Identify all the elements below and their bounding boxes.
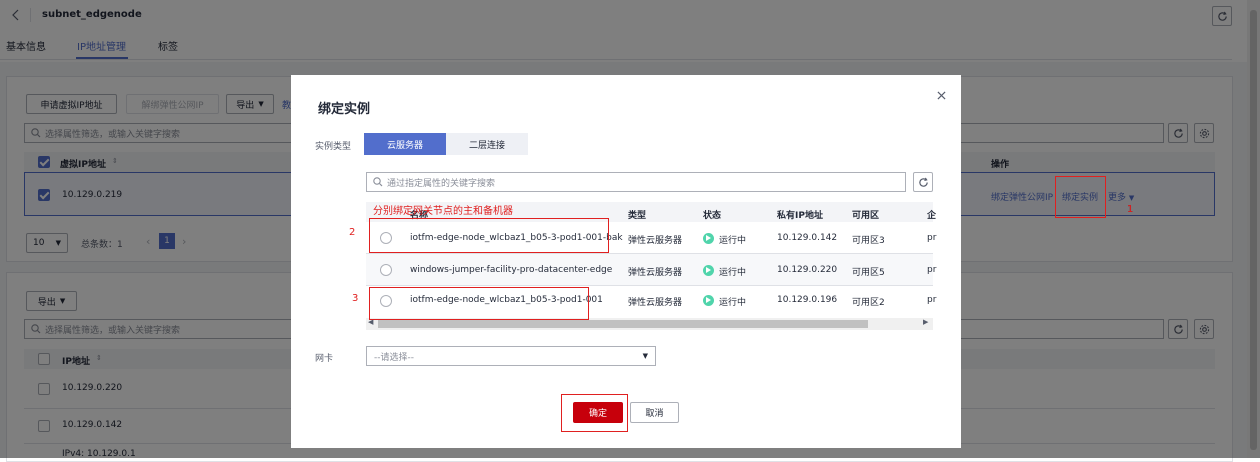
annotation-note: 分别绑定网关节点的主和备机器 <box>373 206 513 217</box>
caret-down-icon: ▼ <box>642 352 648 360</box>
col-status-header: 状态 <box>703 211 722 221</box>
scroll-right-icon[interactable]: ▶ <box>923 318 928 326</box>
instance-row-2-ip: 10.129.0.220 <box>777 265 838 275</box>
instance-row-2-type: 弹性云服务器 <box>628 268 683 278</box>
col-az-header: 可用区 <box>852 211 880 221</box>
tab-cloud-server[interactable]: 云服务器 <box>364 133 446 155</box>
instance-row-3-extra: pr <box>927 295 937 305</box>
annotation-marker-2: 2 <box>349 227 356 238</box>
annotation-box-row-1 <box>369 218 609 253</box>
nic-select[interactable]: --请选择-- ▼ <box>366 346 656 366</box>
running-status-icon <box>703 265 714 276</box>
bind-instance-dialog: 绑定实例 实例类型 云服务器 二层连接 通过指定属性的关键字搜索 名称 类型 状… <box>291 75 961 448</box>
close-icon <box>936 90 946 100</box>
instance-row-1-extra: pr <box>927 233 937 243</box>
running-status-icon <box>703 295 714 306</box>
tab-layer2-connection-label: 二层连接 <box>468 140 505 151</box>
instance-type-label: 实例类型 <box>315 142 352 152</box>
instance-row-3-az: 可用区2 <box>852 298 885 308</box>
annotation-box-confirm <box>561 394 628 432</box>
scrollbar-thumb[interactable] <box>378 320 868 328</box>
annotation-box-bind-instance-top <box>1055 176 1106 218</box>
instance-row-1-az: 可用区3 <box>852 236 885 246</box>
instance-row-3-type: 弹性云服务器 <box>628 298 683 308</box>
instance-row-2-az: 可用区5 <box>852 268 885 278</box>
instance-row-1-ip: 10.129.0.142 <box>777 233 838 243</box>
tab-cloud-server-label: 云服务器 <box>386 140 423 151</box>
annotation-marker-3: 3 <box>352 293 359 304</box>
annotation-box-row-3 <box>369 287 589 320</box>
instance-row-3-status: 运行中 <box>719 298 747 308</box>
cancel-button[interactable]: 取消 <box>630 402 679 423</box>
col-type-header: 类型 <box>628 211 647 221</box>
dialog-close-button[interactable] <box>934 88 948 102</box>
instance-row-1-status: 运行中 <box>719 236 747 246</box>
tab-layer2-connection[interactable]: 二层连接 <box>446 133 528 155</box>
search-icon <box>373 177 383 187</box>
running-status-icon <box>703 233 714 244</box>
nic-label: 网卡 <box>315 354 334 364</box>
nic-select-placeholder: --请选择-- <box>374 352 414 363</box>
instance-row-3-ip: 10.129.0.196 <box>777 295 838 305</box>
instance-row-2-extra: pr <box>927 265 937 275</box>
instance-search-placeholder: 通过指定属性的关键字搜索 <box>387 178 496 189</box>
col-extra-header: 企 <box>927 211 937 221</box>
dialog-title: 绑定实例 <box>318 102 371 117</box>
instance-refresh-button[interactable] <box>913 172 933 192</box>
col-private-ip-header: 私有IP地址 <box>777 211 823 221</box>
cancel-button-label: 取消 <box>645 409 664 419</box>
instance-row-1-type: 弹性云服务器 <box>628 236 683 246</box>
instance-row-2-status: 运行中 <box>719 268 747 278</box>
annotation-marker-1-top: 1 <box>1127 204 1134 215</box>
refresh-icon <box>918 177 928 187</box>
instance-row-2-name: windows-jumper-facility-pro-datacenter-e… <box>410 265 613 275</box>
instance-search-input[interactable]: 通过指定属性的关键字搜索 <box>366 172 906 192</box>
instance-row-2-radio[interactable] <box>380 264 392 276</box>
